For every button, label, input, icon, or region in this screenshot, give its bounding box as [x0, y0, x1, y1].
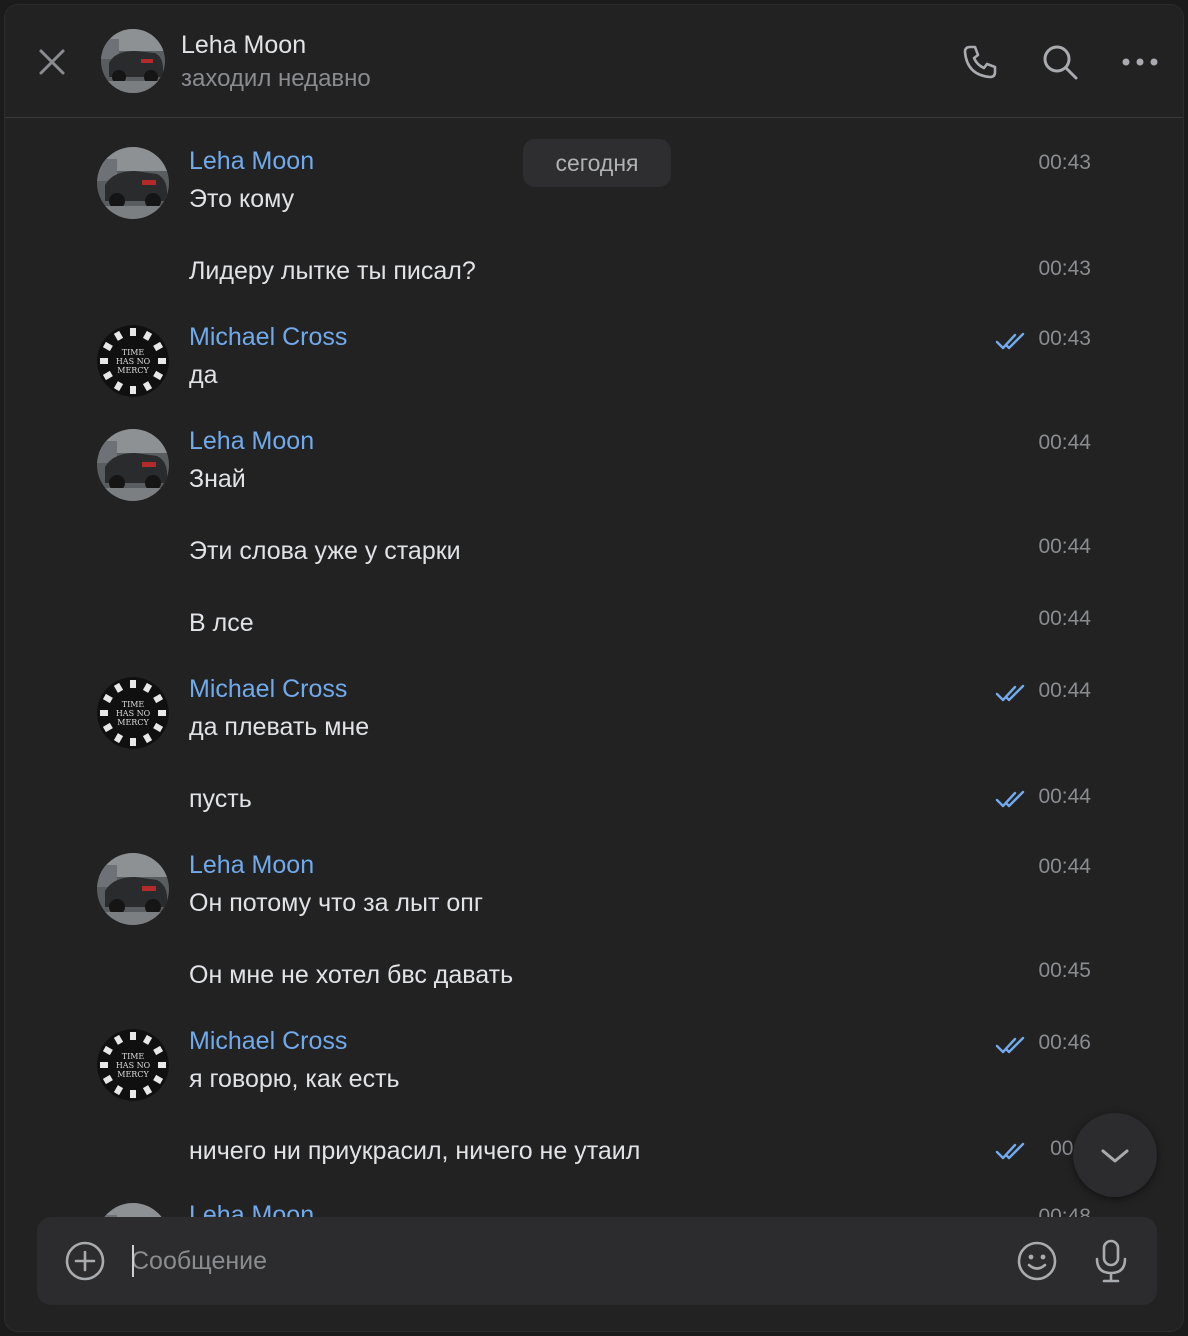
- double-check-icon: [995, 789, 1027, 809]
- double-check-icon: [995, 1035, 1027, 1055]
- double-check-icon: [995, 331, 1027, 351]
- contact-status: заходил недавно: [181, 65, 371, 92]
- avatar[interactable]: [97, 853, 169, 925]
- chevron-down-icon: [1101, 1149, 1129, 1163]
- message-time: 00:48: [1038, 1205, 1091, 1217]
- message-author[interactable]: Michael Cross: [189, 675, 347, 704]
- svg-text:MERCY: MERCY: [117, 718, 149, 727]
- avatar[interactable]: [97, 1203, 169, 1217]
- chat-header: Leha Moon заходил недавно: [5, 5, 1183, 118]
- svg-text:TIME: TIME: [122, 348, 145, 357]
- double-check-icon: [995, 1141, 1027, 1161]
- message-text: пусть: [189, 785, 252, 813]
- message-text: Знай: [189, 465, 246, 493]
- message-text: ничего ни приукрасил, ничего не утаил: [189, 1137, 641, 1165]
- svg-text:MERCY: MERCY: [117, 1070, 149, 1079]
- avatar[interactable]: [97, 147, 169, 219]
- message-group: TIME HAS NO MERCY Michael Cross я говорю, …: [5, 1025, 1183, 1115]
- svg-text:MERCY: MERCY: [117, 366, 149, 375]
- message-author[interactable]: Leha Moon: [189, 147, 314, 176]
- phone-icon[interactable]: [959, 41, 1001, 83]
- message-text: Он потому что за лыт опг: [189, 889, 483, 917]
- message-text: я говорю, как есть: [189, 1065, 400, 1093]
- message-group: TIME HAS NO MERCY Michael Cross да плевать…: [5, 673, 1183, 763]
- emoji-icon[interactable]: [1015, 1239, 1059, 1283]
- list-item: Он мне не хотел бвс давать 00:45: [5, 959, 1183, 999]
- message-author[interactable]: Leha Moon: [189, 1201, 314, 1217]
- message-author[interactable]: Michael Cross: [189, 323, 347, 352]
- message-time: 00:46: [1038, 1031, 1091, 1054]
- more-icon[interactable]: [1119, 41, 1161, 83]
- message-time: 00:44: [1038, 679, 1091, 702]
- text-caret: [132, 1245, 134, 1277]
- chat-window: Leha Moon заходил недавно Leha Moon Это …: [4, 4, 1184, 1332]
- avatar[interactable]: [97, 429, 169, 501]
- message-input[interactable]: [131, 1237, 991, 1285]
- microphone-icon[interactable]: [1091, 1237, 1131, 1285]
- message-time: 00:43: [1038, 327, 1091, 350]
- list-item: Лидеру лытке ты писал? 00:43: [5, 255, 1183, 295]
- message-text: Эти слова уже у старки: [189, 537, 461, 565]
- message-composer: [37, 1217, 1157, 1305]
- date-divider: сегодня: [523, 139, 671, 187]
- message-time: 00:44: [1038, 535, 1091, 558]
- avatar[interactable]: TIME HAS NO MERCY: [97, 677, 169, 749]
- list-item: В лсе 00:44: [5, 607, 1183, 647]
- avatar[interactable]: TIME HAS NO MERCY: [97, 325, 169, 397]
- message-time: 00:43: [1038, 151, 1091, 174]
- message-author[interactable]: Michael Cross: [189, 1027, 347, 1056]
- double-check-icon: [995, 683, 1027, 703]
- message-text: Это кому: [189, 185, 295, 213]
- message-time: 00:43: [1038, 257, 1091, 280]
- svg-text:HAS NO: HAS NO: [116, 709, 151, 718]
- close-icon[interactable]: [33, 43, 71, 81]
- message-author[interactable]: Leha Moon: [189, 851, 314, 880]
- contact-name[interactable]: Leha Moon: [181, 31, 306, 60]
- message-group: TIME HAS NO MERCY Michael Cross да 00:43: [5, 321, 1183, 411]
- list-item: ничего ни приукрасил, ничего не утаил 00…: [5, 1135, 1183, 1175]
- avatar[interactable]: TIME HAS NO MERCY: [97, 1029, 169, 1101]
- svg-text:TIME: TIME: [122, 700, 145, 709]
- scroll-down-button[interactable]: [1073, 1113, 1157, 1197]
- avatar[interactable]: [101, 29, 165, 93]
- message-text: В лсе: [189, 609, 254, 637]
- message-group: Leha Moon Знай 00:44: [5, 425, 1183, 515]
- message-group: Leha Moon 00:48: [5, 1201, 1183, 1217]
- message-text: да плевать мне: [189, 713, 370, 741]
- message-text: Он мне не хотел бвс давать: [189, 961, 514, 989]
- plus-circle-icon[interactable]: [63, 1239, 107, 1283]
- message-text: да: [189, 361, 218, 389]
- list-item: пусть 00:44: [5, 783, 1183, 823]
- message-time: 00:44: [1038, 785, 1091, 808]
- search-icon[interactable]: [1039, 41, 1081, 83]
- message-feed[interactable]: Leha Moon Это кому 00:43 сегодня Лидеру …: [5, 119, 1183, 1217]
- svg-text:TIME: TIME: [122, 1052, 145, 1061]
- list-item: Эти слова уже у старки 00:44: [5, 535, 1183, 575]
- message-time: 00:44: [1038, 607, 1091, 630]
- message-time: 00:44: [1038, 855, 1091, 878]
- svg-text:HAS NO: HAS NO: [116, 1061, 151, 1070]
- message-group: Leha Moon Он потому что за лыт опг 00:44: [5, 849, 1183, 939]
- message-text: Лидеру лытке ты писал?: [189, 257, 476, 285]
- message-time: 00:45: [1038, 959, 1091, 982]
- message-author[interactable]: Leha Moon: [189, 427, 314, 456]
- svg-text:HAS NO: HAS NO: [116, 357, 151, 366]
- message-time: 00:44: [1038, 431, 1091, 454]
